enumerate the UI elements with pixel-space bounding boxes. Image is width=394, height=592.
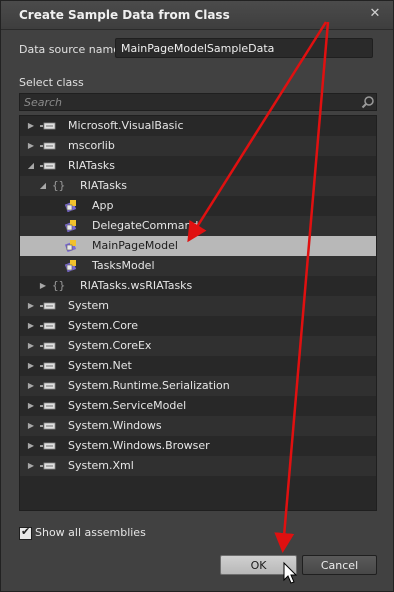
collapse-arrow-icon[interactable]: ▶ — [26, 296, 36, 316]
tree-item[interactable]: ▶ System.Net — [20, 356, 376, 376]
assembly-icon — [40, 419, 56, 433]
collapse-arrow-icon[interactable]: ▶ — [26, 436, 36, 456]
tree-item[interactable]: ▶ System.Xml — [20, 456, 376, 476]
tree-item[interactable]: ▶ System.Runtime.Serialization — [20, 376, 376, 396]
tree-item-label: System.CoreEx — [68, 339, 152, 352]
collapse-arrow-icon[interactable]: ▶ — [26, 316, 36, 336]
class-icon — [64, 199, 78, 213]
collapse-arrow-icon[interactable]: ▶ — [26, 416, 36, 436]
collapse-arrow-icon[interactable]: ▶ — [26, 336, 36, 356]
tree-item-label: System.Windows.Browser — [68, 439, 210, 452]
class-icon — [64, 219, 78, 233]
expand-arrow-icon[interactable]: ◢ — [38, 176, 48, 196]
tree-item[interactable]: TasksModel — [20, 256, 376, 276]
assembly-icon — [40, 319, 56, 333]
class-icon — [64, 259, 78, 273]
tree-item[interactable]: ▶ System.Windows.Browser — [20, 436, 376, 456]
namespace-icon: {} — [52, 179, 66, 192]
tree-item-label: System.Xml — [68, 459, 134, 472]
tree-item-label: RIATasks — [68, 159, 116, 172]
assembly-icon — [40, 459, 56, 473]
search-icon[interactable] — [361, 95, 375, 109]
assembly-icon — [40, 139, 56, 153]
tree-item[interactable]: ▶ System.ServiceModel — [20, 396, 376, 416]
tree-item[interactable]: ▶ System.Core — [20, 316, 376, 336]
close-icon[interactable]: ✕ — [367, 6, 383, 22]
dialog-title: Create Sample Data from Class — [19, 8, 230, 22]
assembly-icon — [40, 359, 56, 373]
tree-item-label: System.Runtime.Serialization — [68, 379, 230, 392]
cancel-button[interactable]: Cancel — [302, 555, 377, 575]
show-all-assemblies-label[interactable]: Show all assemblies — [35, 526, 146, 539]
search-input[interactable] — [24, 95, 354, 109]
assembly-icon — [40, 399, 56, 413]
collapse-arrow-icon[interactable]: ▶ — [26, 456, 36, 476]
assembly-icon — [40, 439, 56, 453]
create-sample-data-dialog: Create Sample Data from Class ✕ Data sou… — [0, 0, 394, 592]
class-search-box[interactable] — [19, 93, 377, 111]
select-class-label: Select class — [19, 76, 84, 89]
assembly-icon — [40, 159, 56, 173]
tree-item[interactable]: ▶ mscorlib — [20, 136, 376, 156]
ok-button[interactable]: OK — [220, 555, 297, 575]
expand-arrow-icon[interactable]: ◢ — [26, 156, 36, 176]
assembly-icon — [40, 299, 56, 313]
collapse-arrow-icon[interactable]: ▶ — [26, 396, 36, 416]
data-source-name-input[interactable] — [115, 38, 373, 58]
tree-item-label: App — [92, 199, 114, 212]
class-icon — [64, 239, 78, 253]
tree-item-label: System.Windows — [68, 419, 162, 432]
tree-item[interactable]: ▶ System — [20, 296, 376, 316]
tree-item[interactable]: ▶ System.CoreEx — [20, 336, 376, 356]
assembly-icon — [40, 379, 56, 393]
tree-item[interactable]: ▶ System.Windows — [20, 416, 376, 436]
class-tree[interactable]: ▶ Microsoft.VisualBasic ▶ mscorlib ◢ RIATasks… — [19, 115, 377, 511]
tree-item-label: mscorlib — [68, 139, 115, 152]
assembly-icon — [40, 339, 56, 353]
tree-item-label: TasksModel — [92, 259, 155, 272]
collapse-arrow-icon[interactable]: ▶ — [26, 116, 36, 136]
tree-item[interactable]: ▶ Microsoft.VisualBasic — [20, 116, 376, 136]
tree-item-label: System — [68, 299, 110, 312]
collapse-arrow-icon[interactable]: ▶ — [38, 276, 48, 296]
collapse-arrow-icon[interactable]: ▶ — [26, 136, 36, 156]
show-all-assemblies-checkbox[interactable]: ✔ — [19, 525, 32, 540]
tree-item-label: Microsoft.VisualBasic — [68, 119, 184, 132]
tree-item-label: System.Core — [68, 319, 138, 332]
tree-item-label: DelegateCommand — [92, 219, 199, 232]
tree-item-label: System.ServiceModel — [68, 399, 187, 412]
tree-item-selected[interactable]: MainPageModel — [20, 236, 376, 256]
collapse-arrow-icon[interactable]: ▶ — [26, 376, 36, 396]
tree-item-label: RIATasks.wsRIATasks — [80, 279, 193, 292]
tree-item-label: System.Net — [68, 359, 132, 372]
tree-item[interactable]: ▶ {} RIATasks.wsRIATasks — [20, 276, 376, 296]
tree-item-label: MainPageModel — [92, 239, 178, 252]
collapse-arrow-icon[interactable]: ▶ — [26, 356, 36, 376]
tree-item[interactable]: App — [20, 196, 376, 216]
data-source-name-label: Data source name — [19, 43, 120, 56]
namespace-icon: {} — [52, 279, 66, 292]
checkmark-icon: ✔ — [21, 525, 31, 538]
tree-item-label: RIATasks — [80, 179, 128, 192]
title-bar: Create Sample Data from Class ✕ — [1, 1, 393, 30]
tree-item[interactable]: ◢ {} RIATasks — [20, 176, 376, 196]
assembly-icon — [40, 119, 56, 133]
tree-item[interactable]: ◢ RIATasks — [20, 156, 376, 176]
tree-item[interactable]: DelegateCommand — [20, 216, 376, 236]
